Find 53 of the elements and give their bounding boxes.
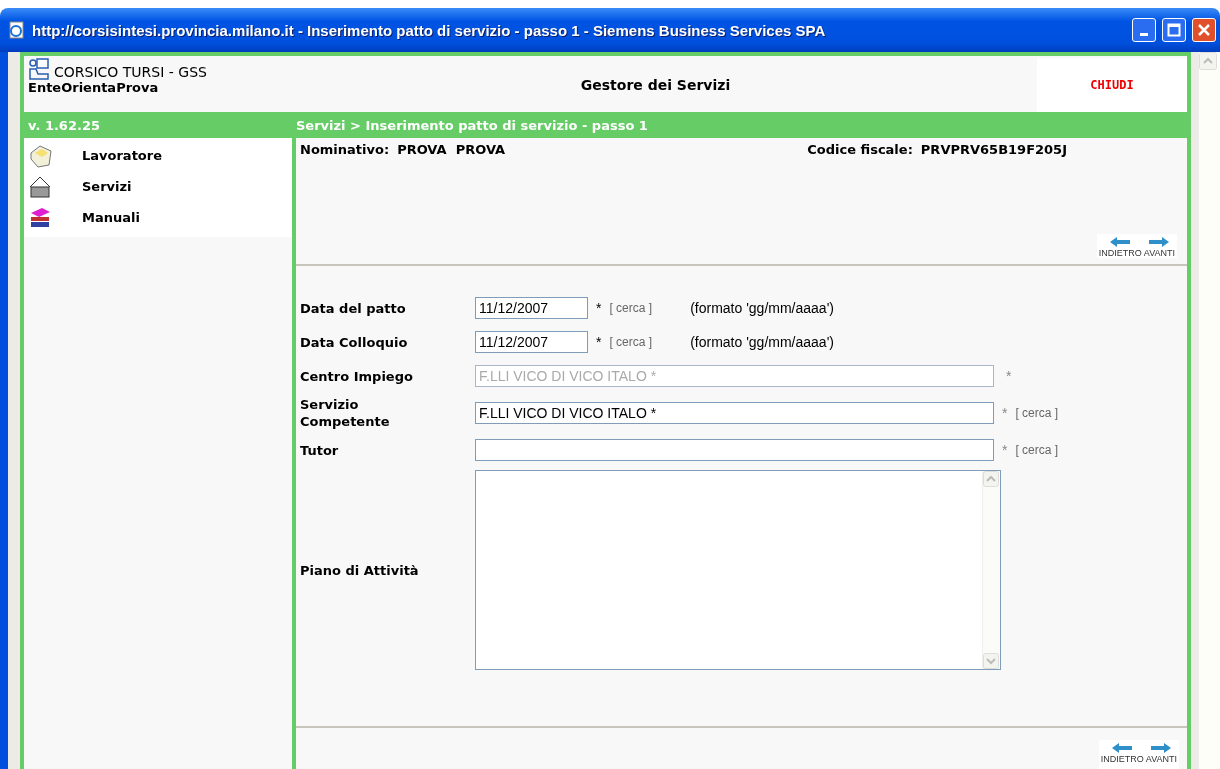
back-button[interactable]: INDIETRO — [1100, 742, 1144, 769]
name-value: PROVA PROVA — [397, 142, 506, 157]
right-arrow-icon — [1148, 236, 1171, 248]
version-label: v. 1.62.25 — [27, 117, 101, 133]
tax-code-value: PRVPRV65B19F205J — [920, 142, 1067, 157]
scroll-down-icon — [983, 653, 999, 669]
required-mark: * — [596, 300, 602, 316]
required-mark: * — [596, 334, 602, 350]
search-link[interactable]: [ cerca ] — [609, 335, 653, 349]
name-label: Nominativo: — [300, 142, 390, 157]
field-label: Centro Impiego — [300, 367, 414, 385]
close-icon — [1197, 23, 1211, 37]
search-link[interactable]: [ cerca ] — [1015, 406, 1059, 420]
left-arrow-icon — [1111, 742, 1134, 754]
sidebar-item[interactable]: Lavoratore — [28, 140, 292, 171]
maximize-icon — [1167, 23, 1181, 37]
maximize-button[interactable] — [1162, 18, 1186, 42]
field-label: Tutor — [300, 441, 340, 459]
required-mark: * — [1002, 442, 1008, 458]
format-hint: (formato 'gg/mm/aaaa') — [690, 334, 834, 350]
entity-name: EnteOrientaProva — [28, 80, 160, 95]
field-label: Servizio Competente — [300, 396, 391, 430]
breadcrumb: Servizi > Inserimento patto di servizio - passo 1 — [296, 117, 648, 133]
field-label: Data Colloquio — [300, 333, 409, 351]
text-field[interactable] — [475, 439, 994, 461]
close-button[interactable] — [1192, 18, 1216, 42]
date-field[interactable]: 11/12/2007 — [475, 331, 588, 353]
search-link[interactable]: [ cerca ] — [1015, 443, 1059, 457]
minimize-icon — [1140, 32, 1148, 36]
organization-name: CORSICO TURSI - GSS — [54, 65, 207, 80]
forward-button[interactable]: AVANTI — [1143, 236, 1175, 258]
search-link[interactable]: [ cerca ] — [609, 301, 653, 315]
forward-button[interactable]: AVANTI — [1145, 742, 1177, 769]
field-label: Piano di Attività — [300, 561, 420, 579]
sidebar-item[interactable]: Manuali — [28, 202, 292, 233]
back-button[interactable]: INDIETRO — [1098, 236, 1142, 258]
field-label: Data del patto — [300, 299, 407, 317]
window-title: http://corsisintesi.provincia.milano.it - Inserimento patto di servizio - passo 1 - Siemens Business Services SPA — [32, 21, 827, 39]
format-hint: (formato 'gg/mm/aaaa') — [690, 300, 834, 316]
required-mark: * — [1006, 368, 1012, 384]
scroll-up-icon — [983, 471, 999, 487]
right-arrow-icon — [1150, 742, 1173, 754]
minimize-button[interactable] — [1132, 18, 1156, 42]
date-field[interactable]: 11/12/2007 — [475, 297, 588, 319]
tax-code-label: Codice fiscale: — [807, 142, 913, 157]
sidebar-item[interactable]: Servizi — [28, 171, 292, 202]
text-field[interactable]: F.LLI VICO DI VICO ITALO * — [475, 402, 994, 424]
required-mark: * — [1002, 405, 1008, 421]
browser-page-icon — [8, 21, 26, 39]
close-link[interactable]: CHIUDI — [1037, 58, 1187, 112]
scrollbar[interactable] — [1198, 52, 1220, 769]
left-arrow-icon — [1109, 236, 1132, 248]
app-title: Gestore dei Servizi — [580, 77, 731, 93]
